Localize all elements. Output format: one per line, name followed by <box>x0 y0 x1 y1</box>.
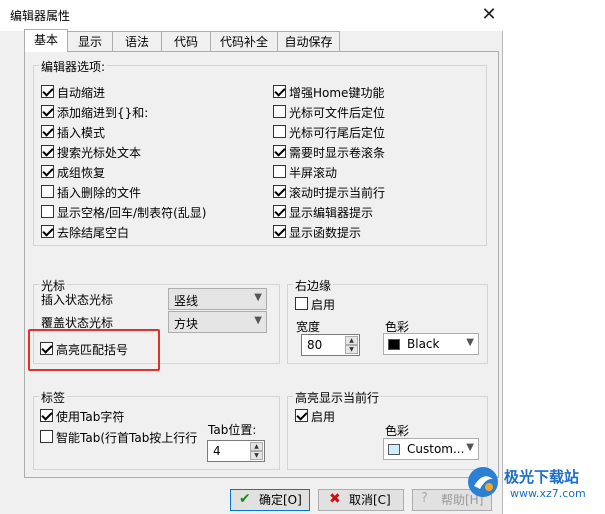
current-line-color-label: 色彩 <box>385 424 410 438</box>
watermark: 极光下载站 www.xz7.com <box>466 463 605 509</box>
close-icon[interactable]: ✕ <box>478 4 500 26</box>
checkbox-auto-indent[interactable] <box>41 85 54 98</box>
tab-position-value: 4 <box>213 444 221 458</box>
label-smart-tab: 智能Tab(行首Tab按上行行 <box>56 431 198 445</box>
checkbox-show-scrollbars[interactable] <box>273 145 286 158</box>
dialog-window: 编辑器属性 ✕ 基本 显示 语法 代码 代码补全 自动保存 编辑器选项: 自动缩… <box>0 0 503 514</box>
label-right-margin-enable: 启用 <box>311 298 336 312</box>
checkbox-search-cursor-text[interactable] <box>41 145 54 158</box>
spin-up-icon[interactable]: ▲ <box>345 336 358 345</box>
brand-logo-icon <box>468 467 498 497</box>
dialog-title: 编辑器属性 <box>10 9 71 23</box>
label-cursor-past-eol: 光标可行尾后定位 <box>289 126 386 140</box>
color-swatch <box>388 339 400 350</box>
label-auto-indent: 自动缩进 <box>57 86 106 100</box>
checkbox-right-margin-enable[interactable] <box>295 297 308 310</box>
insert-cursor-select[interactable]: 竖线 ▼ <box>168 288 267 310</box>
overwrite-cursor-value: 方块 <box>174 317 199 331</box>
ok-label: 确定[O] <box>259 493 302 507</box>
label-show-whitespace: 显示空格/回车/制表符(乱显) <box>57 206 207 220</box>
label-trim-trailing: 去除结尾空白 <box>57 226 130 240</box>
x-icon: ✖ <box>329 491 341 507</box>
ok-button[interactable]: ✔ 确定[O] <box>230 489 310 511</box>
chevron-down-icon: ▼ <box>254 315 262 326</box>
checkbox-use-tab-char[interactable] <box>40 409 53 422</box>
title-bar: 编辑器属性 ✕ <box>0 0 503 31</box>
label-enhanced-home: 增强Home键功能 <box>289 86 385 100</box>
right-margin-width-value: 80 <box>307 338 323 352</box>
check-icon: ✔ <box>239 491 251 507</box>
tab-auto-save[interactable]: 自动保存 <box>277 31 340 51</box>
right-margin-color-value: Black <box>407 337 440 351</box>
right-margin-width-label: 宽度 <box>296 320 321 334</box>
tab-settings-title: 标签 <box>39 389 68 406</box>
label-use-tab-char: 使用Tab字符 <box>56 410 125 424</box>
chevron-down-icon: ▼ <box>466 337 474 348</box>
checkbox-insert-dropped-file[interactable] <box>41 185 54 198</box>
current-line-title: 高亮显示当前行 <box>293 389 382 406</box>
checkbox-function-hints[interactable] <box>273 225 286 238</box>
cancel-button[interactable]: ✖ 取消[C] <box>318 489 404 511</box>
label-show-scrollbars: 需要时显示卷滚条 <box>289 146 386 160</box>
label-half-page-scroll: 半屏滚动 <box>289 166 338 180</box>
checkbox-cursor-past-eof[interactable] <box>273 105 286 118</box>
annotation-highlight-box <box>28 329 160 371</box>
label-cursor-past-eof: 光标可文件后定位 <box>289 106 386 120</box>
label-scroll-hint: 滚动时提示当前行 <box>289 186 386 200</box>
spin-up-icon[interactable]: ▲ <box>250 442 263 451</box>
label-group-undo: 成组恢复 <box>57 166 106 180</box>
editor-options-title: 编辑器选项: <box>39 58 108 75</box>
overwrite-cursor-select[interactable]: 方块 ▼ <box>168 311 267 333</box>
label-function-hints: 显示函数提示 <box>289 226 362 240</box>
checkbox-insert-mode[interactable] <box>41 125 54 138</box>
label-current-line-enable: 启用 <box>311 410 336 424</box>
label-insert-mode: 插入模式 <box>57 126 106 140</box>
current-line-color-value: Custom... <box>407 442 465 456</box>
right-margin-width-spinner[interactable]: 80 ▲ ▼ <box>301 334 360 356</box>
cancel-label: 取消[C] <box>349 493 391 507</box>
watermark-brand: 极光下载站 <box>504 468 580 486</box>
insert-cursor-value: 竖线 <box>174 294 199 308</box>
right-margin-color-select[interactable]: Black ▼ <box>383 333 479 355</box>
right-margin-title: 右边缘 <box>293 277 334 294</box>
label-editor-hints: 显示编辑器提示 <box>289 206 374 220</box>
current-line-color-select[interactable]: Custom... ▼ <box>383 438 479 460</box>
tab-position-spinner[interactable]: 4 ▲ ▼ <box>207 440 265 462</box>
label-search-cursor-text: 搜索光标处文本 <box>57 146 142 160</box>
checkbox-cursor-past-eol[interactable] <box>273 125 286 138</box>
checkbox-scroll-hint[interactable] <box>273 185 286 198</box>
checkbox-half-page-scroll[interactable] <box>273 165 286 178</box>
insert-cursor-label: 插入状态光标 <box>41 293 114 307</box>
tab-code-completion[interactable]: 代码补全 <box>210 31 278 51</box>
label-insert-dropped-file: 插入删除的文件 <box>57 186 142 200</box>
checkbox-add-indent[interactable] <box>41 105 54 118</box>
tab-basic[interactable]: 基本 <box>24 29 68 52</box>
checkbox-editor-hints[interactable] <box>273 205 286 218</box>
spin-down-icon[interactable]: ▼ <box>250 451 263 460</box>
checkbox-show-whitespace[interactable] <box>41 205 54 218</box>
checkbox-trim-trailing[interactable] <box>41 225 54 238</box>
checkbox-enhanced-home[interactable] <box>273 85 286 98</box>
tab-syntax[interactable]: 语法 <box>112 31 162 51</box>
label-add-indent: 添加缩进到{}和: <box>57 106 149 120</box>
chevron-down-icon: ▼ <box>466 442 474 453</box>
spin-down-icon[interactable]: ▼ <box>345 345 358 354</box>
tab-code[interactable]: 代码 <box>161 31 211 51</box>
tab-position-label: Tab位置: <box>208 423 257 437</box>
tab-display[interactable]: 显示 <box>67 31 113 51</box>
checkbox-smart-tab[interactable] <box>40 430 53 443</box>
chevron-down-icon: ▼ <box>254 292 262 303</box>
help-icon: ? <box>421 491 428 506</box>
color-swatch <box>388 444 400 455</box>
checkbox-group-undo[interactable] <box>41 165 54 178</box>
watermark-url: www.xz7.com <box>510 487 586 500</box>
checkbox-current-line-enable[interactable] <box>295 409 308 422</box>
